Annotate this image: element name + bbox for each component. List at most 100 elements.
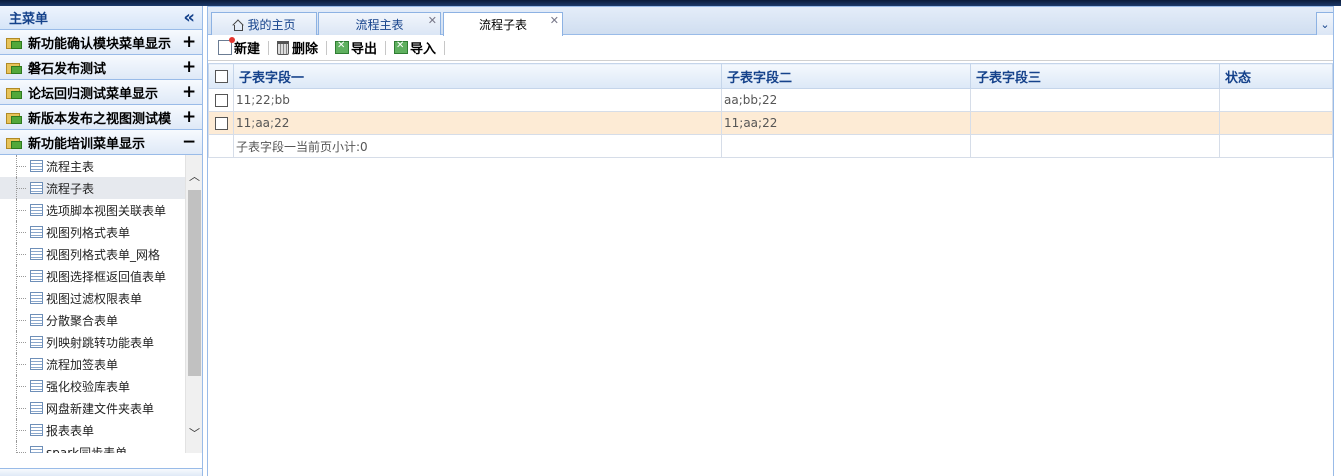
expand-icon[interactable]: + [182, 107, 196, 127]
form-icon [30, 204, 43, 216]
select-all-checkbox[interactable] [208, 63, 234, 89]
menu-tree: 流程主表 流程子表 选项脚本视图关联表单视图列格式表单视图列格式表单_网格 视图选择框… [0, 155, 202, 453]
tree-item-label: 列映射跳转功能表单 [46, 335, 155, 350]
tab-label: 我的主页 [247, 17, 296, 32]
summary-text: 子表字段一当前页小计:0 [233, 134, 722, 158]
table-cell [721, 134, 971, 158]
form-icon [30, 182, 43, 194]
chevron-down-icon[interactable]: ⌄ [1316, 12, 1333, 35]
new-button[interactable]: 新建 [218, 37, 260, 57]
tree-item-label: 视图列格式表单 [46, 225, 131, 240]
tree-item[interactable]: 流程加签表单 [0, 353, 202, 375]
column-header[interactable]: 状态 [1219, 63, 1333, 89]
tree-item[interactable]: 列映射跳转功能表单 [0, 331, 202, 353]
grid-body: 11;22;bb aa;bb;22 11;aa;22 11;aa;22 子表字段一当前页… [208, 88, 1333, 158]
tree-line [16, 408, 26, 409]
expand-icon[interactable]: + [182, 57, 196, 77]
accordion-item-label: 磐石发布测试 [28, 61, 107, 77]
cell-value-part: 22 [255, 93, 271, 107]
tree-line [16, 298, 26, 299]
tree-scrollbar[interactable]: ︿ ﹀ [185, 155, 202, 453]
table-cell [208, 134, 234, 158]
tree-item[interactable]: 视图选择框返回值表单 [0, 265, 202, 287]
tab-label: 流程主表 [355, 17, 404, 32]
tab-process-sub[interactable]: 流程子表 ✕ [443, 12, 563, 36]
excel-icon [394, 40, 409, 54]
tree-item-label: 网盘新建文件夹表单 [46, 401, 155, 416]
table-cell[interactable]: 11;22;bb [233, 88, 722, 112]
accordion-item-label: 新功能确认模块菜单显示 [28, 36, 172, 52]
accordion-item-partial[interactable] [0, 468, 202, 476]
accordion-item[interactable]: 磐石发布测试 + [0, 55, 202, 80]
form-icon [30, 248, 43, 260]
collapse-icon[interactable]: − [182, 132, 196, 152]
delete-button-label: 删除 [292, 42, 319, 57]
tree-item[interactable]: 视图过滤权限表单 [0, 287, 202, 309]
column-header[interactable]: 子表字段二 [721, 63, 971, 89]
folder-icon [6, 111, 22, 124]
cell-value-part: 11 [236, 93, 252, 107]
tree-item[interactable]: 报表表单 [0, 419, 202, 441]
tree-line [16, 452, 26, 453]
table-row[interactable]: 11;22;bb aa;bb;22 [208, 88, 1333, 112]
import-button[interactable]: 导入 [394, 38, 436, 57]
form-icon [30, 160, 43, 172]
table-cell[interactable] [1219, 88, 1333, 112]
tree-list: 流程主表 流程子表 选项脚本视图关联表单视图列格式表单视图列格式表单_网格 视图选择框… [0, 155, 202, 453]
export-button-label: 导出 [351, 42, 378, 57]
row-checkbox[interactable] [208, 111, 234, 135]
tree-item[interactable]: 视图列格式表单 [0, 221, 202, 243]
tree-item-label: 分散聚合表单 [46, 313, 119, 328]
close-icon[interactable]: ✕ [428, 14, 437, 27]
close-icon[interactable]: ✕ [550, 14, 559, 27]
tree-item[interactable]: spark同步表单 [0, 441, 202, 453]
table-cell[interactable] [970, 88, 1220, 112]
cell-value-part: 22 [274, 116, 290, 130]
tree-item[interactable]: 视图列格式表单_网格 [0, 243, 202, 265]
table-cell[interactable] [1219, 111, 1333, 135]
table-row[interactable]: 11;aa;22 11;aa;22 [208, 111, 1333, 135]
tree-line [16, 166, 26, 167]
expand-icon[interactable]: + [182, 32, 196, 52]
folder-icon [6, 61, 22, 74]
cell-value-part: aa [255, 116, 271, 130]
tab-label: 流程子表 [478, 18, 527, 32]
table-cell[interactable]: 11;aa;22 [721, 111, 971, 135]
accordion-item-label: 论坛回归测试菜单显示 [28, 86, 159, 102]
row-checkbox[interactable] [208, 88, 234, 112]
accordion-item[interactable]: 论坛回归测试菜单显示 + [0, 80, 202, 105]
delete-button[interactable]: 删除 [277, 38, 318, 57]
tab-process-main[interactable]: 流程主表 ✕ [318, 12, 441, 35]
column-header[interactable]: 子表字段三 [970, 63, 1220, 89]
accordion-item[interactable]: 新版本发布之视图测试模 + [0, 105, 202, 130]
tree-item[interactable]: 强化校验库表单 [0, 375, 202, 397]
tab-bar: 我的主页 流程主表 ✕ 流程子表 ✕ ⌄ [208, 7, 1333, 36]
form-icon [30, 336, 43, 348]
accordion-item-label: 新版本发布之视图测试模 [28, 111, 172, 127]
form-icon [30, 402, 43, 414]
grid-header-row: 子表字段一 子表字段二 子表字段三 状态 [208, 63, 1333, 89]
tab-home[interactable]: 我的主页 [211, 12, 317, 35]
scroll-down-icon[interactable]: ﹀ [186, 424, 202, 441]
scroll-up-icon[interactable]: ︿ [186, 167, 202, 184]
export-button[interactable]: 导出 [335, 38, 377, 57]
accordion-item[interactable]: 新功能确认模块菜单显示 + [0, 30, 202, 55]
column-header[interactable]: 子表字段一 [233, 63, 722, 89]
accordion-item[interactable]: 新功能培训菜单显示 − [0, 130, 202, 155]
table-cell[interactable]: 11;aa;22 [233, 111, 722, 135]
scrollbar-thumb[interactable] [188, 190, 201, 376]
table-cell[interactable]: aa;bb;22 [721, 88, 971, 112]
tree-item[interactable]: 选项脚本视图关联表单 [0, 199, 202, 221]
tree-item[interactable]: 流程主表 [0, 155, 202, 177]
accordion-list: 新功能确认模块菜单显示 + 磐石发布测试 + 论坛回归测试菜单显示 + 新版本发布之视图测试… [0, 30, 202, 155]
tree-item[interactable]: 分散聚合表单 [0, 309, 202, 331]
table-cell[interactable] [970, 111, 1220, 135]
tree-item-label: spark同步表单 [46, 445, 128, 454]
tree-item[interactable]: 网盘新建文件夹表单 [0, 397, 202, 419]
toolbar: 新建 删除 导出 导入 [208, 35, 1333, 61]
tree-item[interactable]: 流程子表 [0, 177, 202, 199]
form-icon [30, 226, 43, 238]
form-icon [30, 358, 43, 370]
double-chevron-left-icon[interactable]: « [183, 8, 195, 27]
expand-icon[interactable]: + [182, 82, 196, 102]
